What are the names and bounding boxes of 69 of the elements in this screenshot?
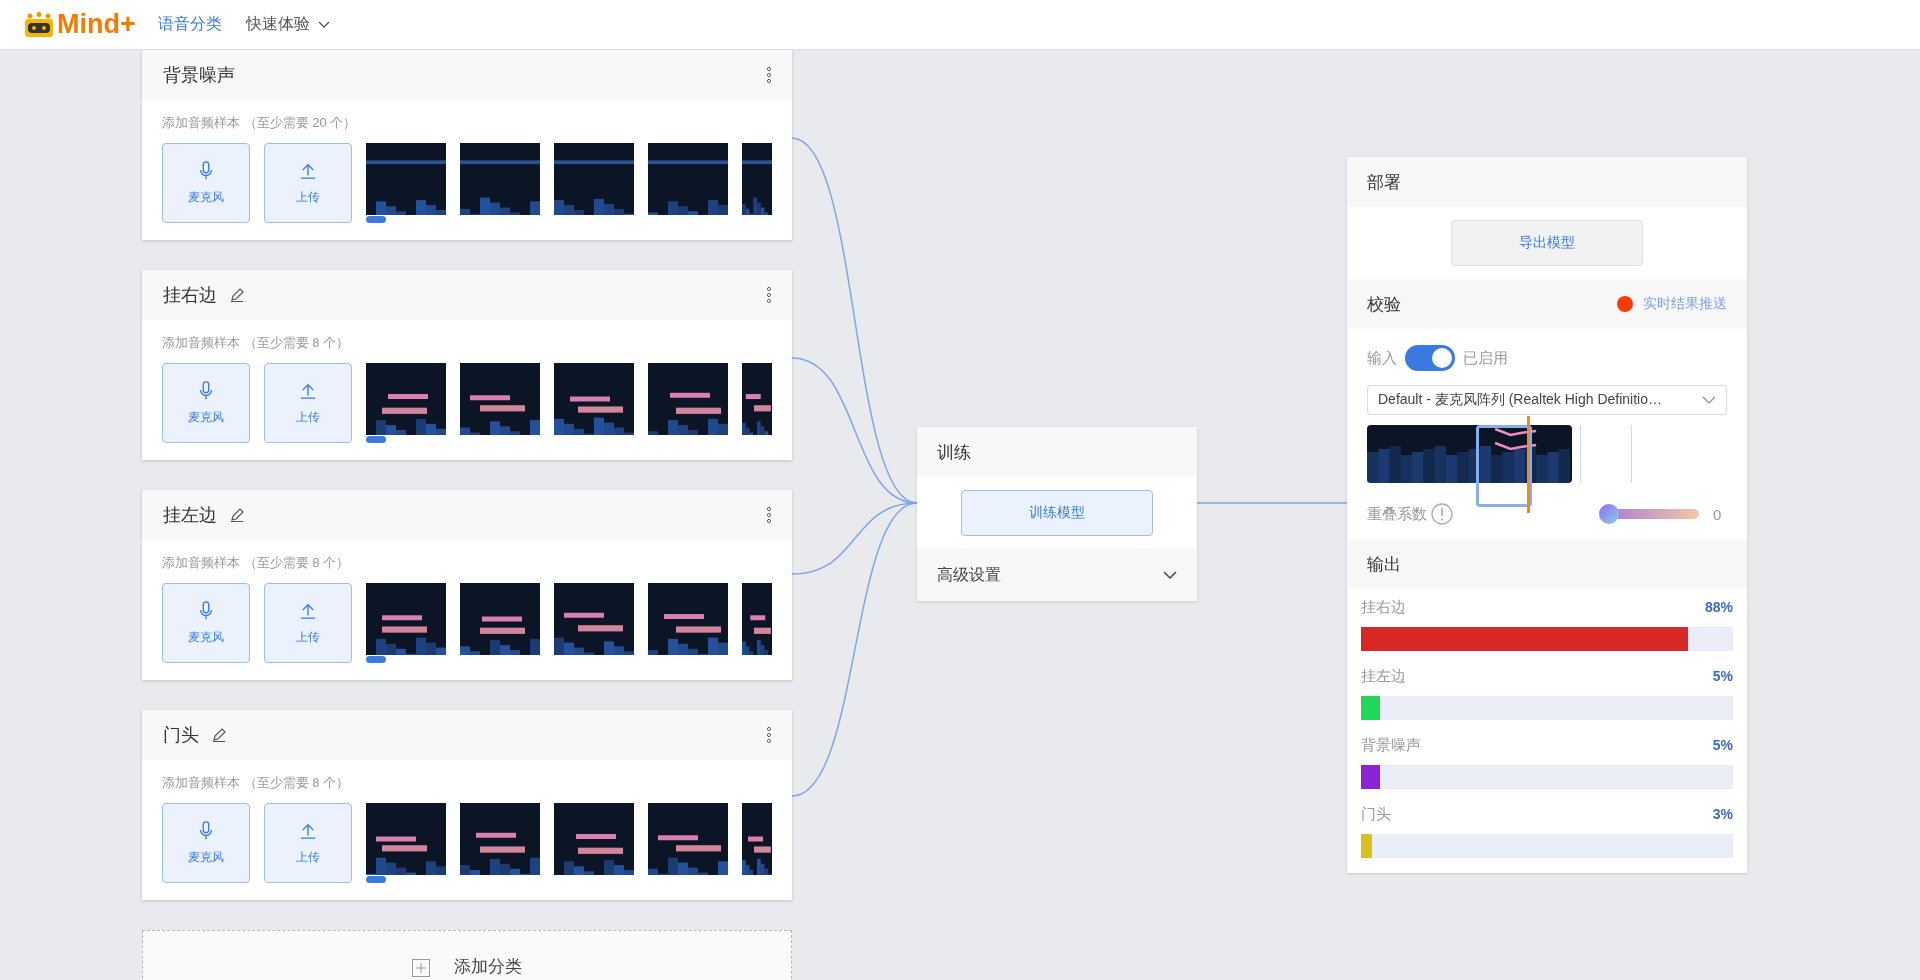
- upload-button[interactable]: 上传: [264, 363, 352, 443]
- panel-title: 输出: [1367, 553, 1401, 576]
- pencil-icon[interactable]: [211, 727, 227, 743]
- microphone-icon: [198, 160, 214, 181]
- microphone-icon: [198, 600, 214, 621]
- input-toggle[interactable]: [1405, 345, 1455, 371]
- scroll-indicator: [366, 436, 386, 443]
- class-name: 背景噪声: [163, 64, 235, 87]
- chevron-icon: [1702, 396, 1716, 404]
- panel-title: 部署: [1367, 171, 1401, 194]
- spectrogram: [742, 803, 772, 875]
- more-options-icon[interactable]: [766, 506, 772, 524]
- scroll-indicator: [366, 216, 386, 223]
- push-link[interactable]: 实时结果推送: [1643, 295, 1727, 313]
- robot-logo-icon: [24, 11, 54, 38]
- spectrogram: [742, 363, 772, 435]
- status-dot: [1617, 296, 1633, 312]
- panel-title: 训练: [937, 441, 971, 464]
- scroll-indicator: [366, 876, 386, 883]
- nav-link[interactable]: 快速体验: [245, 14, 330, 35]
- microphone-button[interactable]: 麦克风: [162, 143, 250, 223]
- logo-text: Mind+: [57, 9, 136, 40]
- overlap-label: 重叠系数: [1367, 504, 1427, 524]
- class-name: 挂左边: [163, 504, 217, 527]
- class-name: 挂右边: [163, 284, 217, 307]
- divider-line: [1580, 425, 1581, 483]
- nav-link[interactable]: 语音分类: [157, 14, 222, 35]
- divider-line: [1631, 425, 1632, 483]
- sample-hint: 添加音频样本 （至少需要 8 个）: [162, 774, 351, 792]
- plus-icon: [412, 959, 430, 977]
- pencil-icon[interactable]: [229, 287, 245, 303]
- spectrogram: [742, 583, 772, 655]
- pencil-icon[interactable]: [229, 507, 245, 523]
- overlap-slider[interactable]: [1599, 504, 1699, 524]
- class-label: 门头: [1361, 804, 1391, 824]
- class-label: 挂左边: [1361, 666, 1406, 686]
- microphone-icon: [198, 380, 214, 401]
- upload-button[interactable]: 上传: [264, 583, 352, 663]
- confidence-value: 3%: [1712, 806, 1733, 822]
- confidence-value: 88%: [1704, 599, 1733, 615]
- add-class-button[interactable]: 添加分类: [142, 930, 792, 980]
- class-label: 挂右边: [1361, 597, 1406, 617]
- chevron-icon: [1163, 571, 1177, 579]
- panel-title: 校验: [1367, 293, 1401, 316]
- more-options-icon[interactable]: [766, 286, 772, 304]
- sample-hint: 添加音频样本 （至少需要 20 个）: [162, 114, 358, 132]
- sample-hint: 添加音频样本 （至少需要 8 个）: [162, 334, 351, 352]
- more-options-icon[interactable]: [766, 66, 772, 84]
- confidence-value: 5%: [1712, 668, 1733, 684]
- input-label: 输入: [1367, 348, 1397, 368]
- scroll-indicator: [366, 656, 386, 663]
- more-options-icon[interactable]: [766, 726, 772, 744]
- advanced-settings-toggle[interactable]: 高级设置: [917, 549, 1197, 601]
- microphone-icon: [198, 820, 214, 841]
- sample-hint: 添加音频样本 （至少需要 8 个）: [162, 554, 351, 572]
- class-label: 背景噪声: [1361, 735, 1421, 755]
- export-model-button[interactable]: 导出模型: [1451, 220, 1643, 266]
- train-model-button[interactable]: 训练模型: [961, 490, 1153, 536]
- upload-button[interactable]: 上传: [264, 143, 352, 223]
- microphone-button[interactable]: 麦克风: [162, 803, 250, 883]
- class-name: 门头: [163, 724, 199, 747]
- confidence-value: 5%: [1712, 737, 1733, 753]
- microphone-button[interactable]: 麦克风: [162, 583, 250, 663]
- device-select[interactable]: Default - 麦克风阵列 (Realtek High Definitio…: [1367, 385, 1727, 415]
- microphone-button[interactable]: 麦克风: [162, 363, 250, 443]
- spectrogram: [742, 143, 772, 215]
- overlap-value: 0: [1713, 505, 1723, 523]
- input-state: 已启用: [1463, 348, 1508, 368]
- upload-button[interactable]: 上传: [264, 803, 352, 883]
